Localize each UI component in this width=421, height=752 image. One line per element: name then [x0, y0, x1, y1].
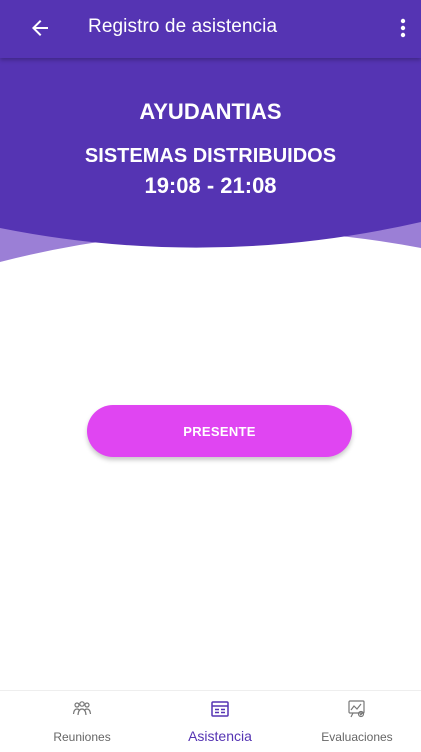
course-name: SISTEMAS DISTRIBUIDOS [84, 145, 337, 167]
app-bar: Registro de asistencia [0, 0, 421, 58]
schedule-time: 19:08 - 21:08 [144, 173, 277, 198]
nav-item-evaluaciones[interactable]: Evaluaciones [287, 691, 421, 752]
bottom-navigation: Reuniones Asistencia Evaluaciones [0, 690, 421, 752]
people-group-icon [72, 699, 92, 719]
screen-title: Registro de asistencia [88, 16, 278, 37]
back-arrow-icon[interactable] [28, 16, 52, 40]
more-vert-icon[interactable] [391, 15, 415, 41]
nav-item-reuniones[interactable]: Reuniones [12, 691, 152, 752]
nav-label-asistencia: Asistencia [188, 728, 252, 744]
attendance-list-icon [210, 699, 230, 719]
present-button[interactable]: PRESENTE [87, 405, 352, 457]
evaluation-chart-icon [347, 699, 367, 719]
nav-label-reuniones: Reuniones [53, 730, 111, 744]
nav-label-evaluaciones: Evaluaciones [321, 730, 393, 744]
nav-item-asistencia[interactable]: Asistencia [150, 691, 290, 752]
activity-type: AYUDANTIAS [139, 99, 282, 124]
